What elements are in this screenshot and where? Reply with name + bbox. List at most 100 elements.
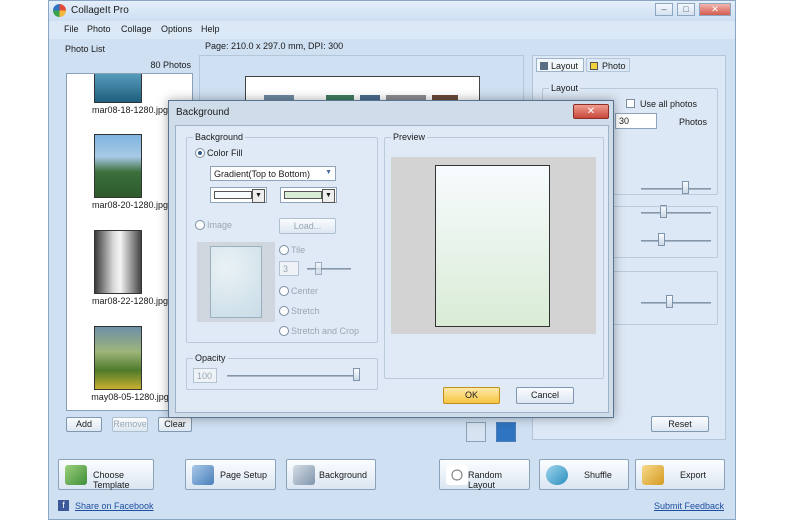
photo-thumbnail[interactable] bbox=[94, 134, 142, 198]
use-all-photos-label: Use all photos bbox=[640, 99, 698, 109]
image-radio[interactable] bbox=[195, 220, 205, 230]
menu-photo[interactable]: Photo bbox=[87, 24, 111, 34]
page-info: Page: 210.0 x 297.0 mm, DPI: 300 bbox=[205, 41, 344, 51]
color1-picker[interactable]: ▼ bbox=[210, 187, 267, 203]
opacity-slider-thumb[interactable] bbox=[353, 368, 360, 381]
remove-photo-button[interactable]: Remove bbox=[112, 417, 148, 432]
chevron-down-icon: ▼ bbox=[325, 169, 332, 176]
tab-photo[interactable]: Photo bbox=[586, 58, 630, 72]
margin-slider[interactable] bbox=[641, 302, 711, 304]
tab-layout-label: Layout bbox=[551, 61, 579, 71]
app-logo-icon bbox=[53, 4, 66, 17]
tile-label: Tile bbox=[291, 245, 306, 255]
menu-help[interactable]: Help bbox=[201, 24, 220, 34]
color2-swatch bbox=[284, 191, 322, 199]
spacing-slider[interactable] bbox=[641, 240, 711, 242]
load-image-button[interactable]: Load... bbox=[279, 218, 336, 234]
tab-layout[interactable]: Layout bbox=[536, 58, 584, 72]
preview-group: Preview bbox=[384, 132, 604, 379]
crop-icon[interactable] bbox=[466, 422, 486, 442]
image-label: Image bbox=[207, 220, 233, 230]
dialog-close-button[interactable]: ✕ bbox=[573, 104, 609, 119]
choose-template-label: Choose Template bbox=[93, 470, 130, 490]
clear-photos-button[interactable]: Clear bbox=[158, 417, 192, 432]
cancel-button[interactable]: Cancel bbox=[516, 387, 574, 404]
shuffle-icon bbox=[546, 465, 568, 485]
export-button[interactable]: Export bbox=[635, 459, 725, 490]
layout-slider-1[interactable] bbox=[641, 188, 711, 190]
random-layout-label: Random Layout bbox=[468, 470, 503, 490]
margin-slider-thumb[interactable] bbox=[666, 295, 673, 308]
submit-feedback-link[interactable]: Submit Feedback bbox=[654, 501, 724, 511]
shuffle-label: Shuffle bbox=[584, 470, 612, 480]
random-layout-button[interactable]: Random Layout bbox=[439, 459, 530, 490]
background-button[interactable]: Background bbox=[286, 459, 376, 490]
opacity-slider[interactable] bbox=[227, 375, 357, 377]
texture-thumbnail bbox=[210, 246, 262, 318]
color1-swatch bbox=[214, 191, 252, 199]
facebook-icon[interactable]: f bbox=[58, 500, 69, 511]
preview-group-label: Preview bbox=[391, 132, 428, 142]
page-setup-label: Page Setup bbox=[220, 470, 268, 480]
tile-slider-thumb[interactable] bbox=[315, 262, 322, 275]
stretch-radio[interactable] bbox=[279, 306, 289, 316]
background-options-group: Background Color Fill Gradient(Top to Bo… bbox=[186, 132, 378, 343]
shuffle-button[interactable]: Shuffle bbox=[539, 459, 629, 490]
fill-type-value: Gradient(Top to Bottom) bbox=[214, 169, 311, 179]
background-group-label: Background bbox=[193, 132, 246, 142]
opacity-group: Opacity 100 bbox=[186, 353, 378, 390]
layout-slider-1-thumb[interactable] bbox=[682, 181, 689, 194]
layout-group-label: Layout bbox=[549, 83, 581, 93]
add-photo-button[interactable]: Add bbox=[66, 417, 102, 432]
export-label: Export bbox=[680, 470, 707, 480]
menu-file[interactable]: File bbox=[64, 24, 79, 34]
tile-slider[interactable] bbox=[307, 268, 351, 270]
photo-thumbnail[interactable] bbox=[94, 74, 142, 103]
photo-tab-icon bbox=[590, 62, 598, 70]
page-setup-icon bbox=[192, 465, 214, 485]
color-fill-radio[interactable] bbox=[195, 148, 205, 158]
photo-thumbnail[interactable] bbox=[94, 230, 142, 294]
tile-radio[interactable] bbox=[279, 245, 289, 255]
center-label: Center bbox=[291, 286, 319, 296]
close-window-button[interactable]: ✕ bbox=[699, 3, 731, 16]
menu-collage[interactable]: Collage bbox=[121, 24, 152, 34]
ok-button[interactable]: OK bbox=[443, 387, 500, 404]
photos-unit-label: Photos bbox=[679, 117, 708, 127]
photo-thumbnail[interactable] bbox=[94, 326, 142, 390]
background-dialog: Background ✕ Background Color Fill Gradi… bbox=[168, 100, 614, 418]
spacing-slider-thumb[interactable] bbox=[658, 233, 665, 246]
layout-tab-icon bbox=[540, 62, 548, 70]
fit-icon[interactable] bbox=[496, 422, 516, 442]
preview-area bbox=[391, 157, 596, 334]
image-preview-frame bbox=[197, 242, 275, 322]
page-setup-button[interactable]: Page Setup bbox=[185, 459, 276, 490]
minimize-button[interactable]: – bbox=[655, 3, 673, 16]
background-icon bbox=[293, 465, 315, 485]
dialog-body: Background Color Fill Gradient(Top to Bo… bbox=[175, 125, 609, 413]
fill-type-select[interactable]: Gradient(Top to Bottom) ▼ bbox=[210, 166, 336, 181]
color-fill-label: Color Fill bbox=[207, 148, 243, 158]
opacity-group-label: Opacity bbox=[193, 353, 228, 363]
color2-picker[interactable]: ▼ bbox=[280, 187, 337, 203]
menu-options[interactable]: Options bbox=[161, 24, 192, 34]
share-on-facebook-link[interactable]: Share on Facebook bbox=[75, 501, 154, 511]
stretch-crop-radio[interactable] bbox=[279, 326, 289, 336]
chevron-down-icon: ▼ bbox=[322, 189, 335, 203]
use-all-photos-checkbox[interactable] bbox=[626, 99, 635, 108]
background-label: Background bbox=[319, 470, 368, 480]
maximize-button[interactable]: □ bbox=[677, 3, 695, 16]
opacity-input[interactable]: 100 bbox=[193, 368, 217, 383]
random-layout-icon bbox=[446, 465, 468, 485]
app-title: CollageIt Pro bbox=[71, 5, 129, 16]
photo-count: 80 Photos bbox=[150, 60, 191, 70]
center-radio[interactable] bbox=[279, 286, 289, 296]
dialog-title: Background bbox=[176, 107, 230, 118]
tile-count-input[interactable]: 3 bbox=[279, 261, 299, 276]
template-icon bbox=[65, 465, 87, 485]
reset-button[interactable]: Reset bbox=[651, 416, 709, 432]
chevron-down-icon: ▼ bbox=[252, 189, 265, 203]
choose-template-button[interactable]: Choose Template bbox=[58, 459, 154, 490]
photo-count-input[interactable]: 30 bbox=[615, 113, 657, 129]
stretch-crop-label: Stretch and Crop bbox=[291, 326, 360, 336]
